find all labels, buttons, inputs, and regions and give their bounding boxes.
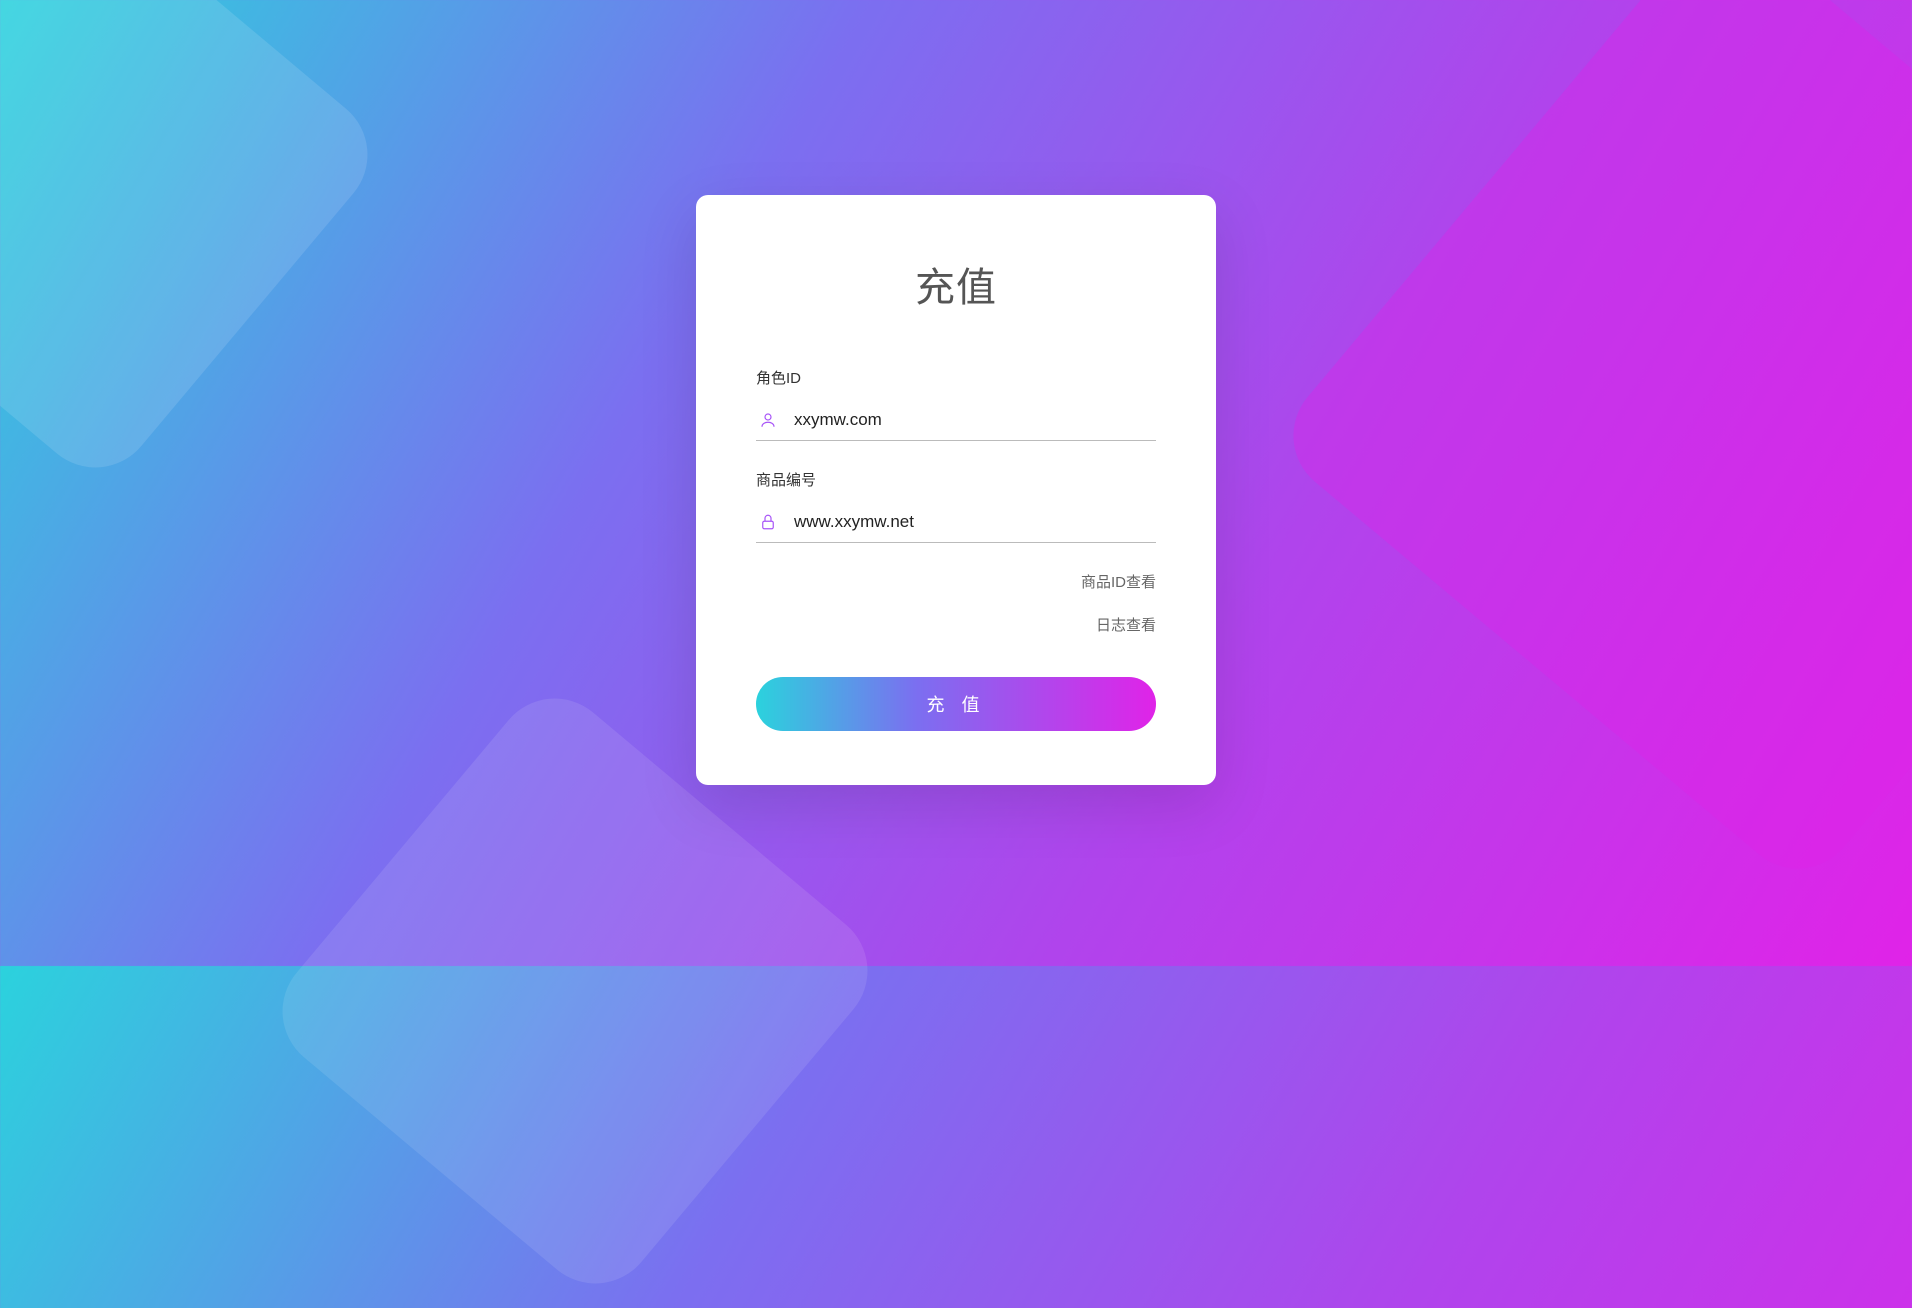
product-id-input-wrap xyxy=(756,504,1156,543)
view-log-link-row: 日志查看 xyxy=(756,614,1156,635)
role-id-field: 角色ID xyxy=(756,367,1156,441)
role-id-label: 角色ID xyxy=(756,367,1156,388)
user-icon xyxy=(758,410,778,430)
product-id-input[interactable] xyxy=(794,512,1154,532)
role-id-input-wrap xyxy=(756,402,1156,441)
lock-icon xyxy=(758,512,778,532)
bg-decor-shape xyxy=(0,0,392,492)
card-title: 充值 xyxy=(756,255,1156,313)
product-id-label: 商品编号 xyxy=(756,469,1156,490)
view-log-link[interactable]: 日志查看 xyxy=(1096,617,1156,634)
view-product-link-row: 商品ID查看 xyxy=(756,571,1156,592)
recharge-card: 充值 角色ID 商品编号 商品ID查看 日志查看 充 值 xyxy=(696,195,1216,785)
view-product-id-link[interactable]: 商品ID查看 xyxy=(1081,574,1156,591)
role-id-input[interactable] xyxy=(794,410,1154,430)
product-id-field: 商品编号 xyxy=(756,469,1156,543)
recharge-submit-button[interactable]: 充 值 xyxy=(756,677,1156,731)
bg-decor-shape xyxy=(1269,0,1912,893)
